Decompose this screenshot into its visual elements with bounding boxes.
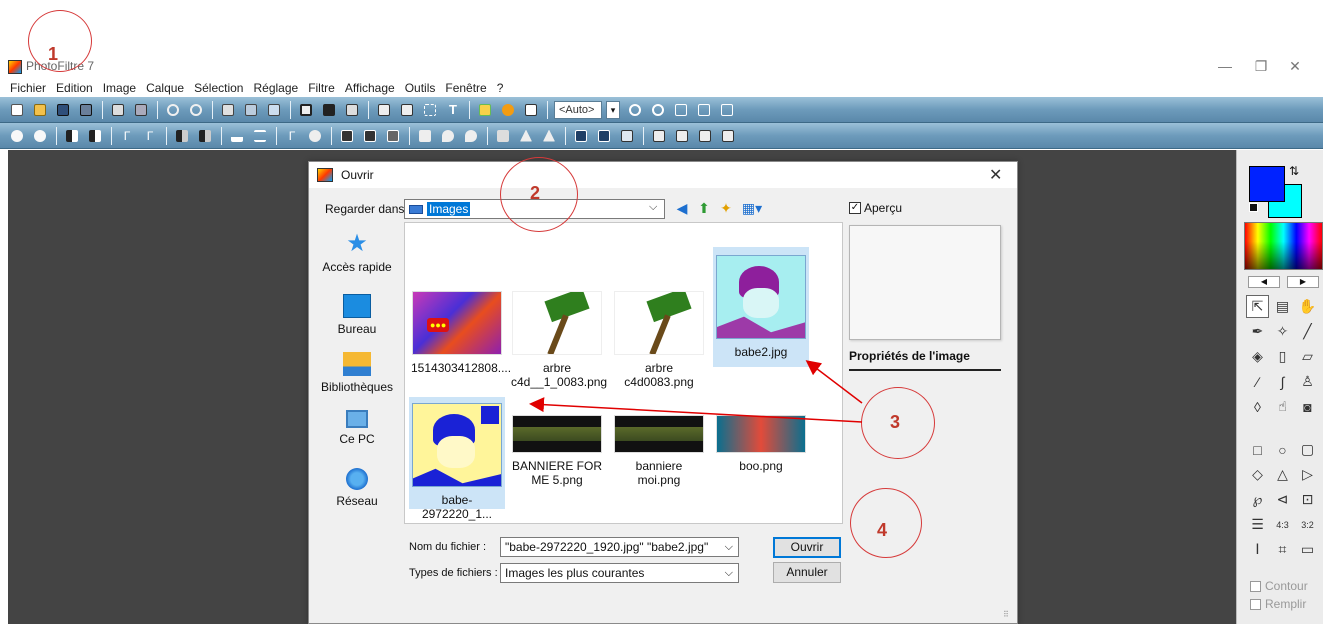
reset-colors-icon[interactable] xyxy=(1249,203,1258,212)
arrow-to-babe-2972220 xyxy=(529,397,863,423)
annotation-arrows xyxy=(529,360,863,423)
foreground-color-swatch[interactable] xyxy=(1249,166,1285,202)
arrow-to-babe2 xyxy=(805,360,863,404)
